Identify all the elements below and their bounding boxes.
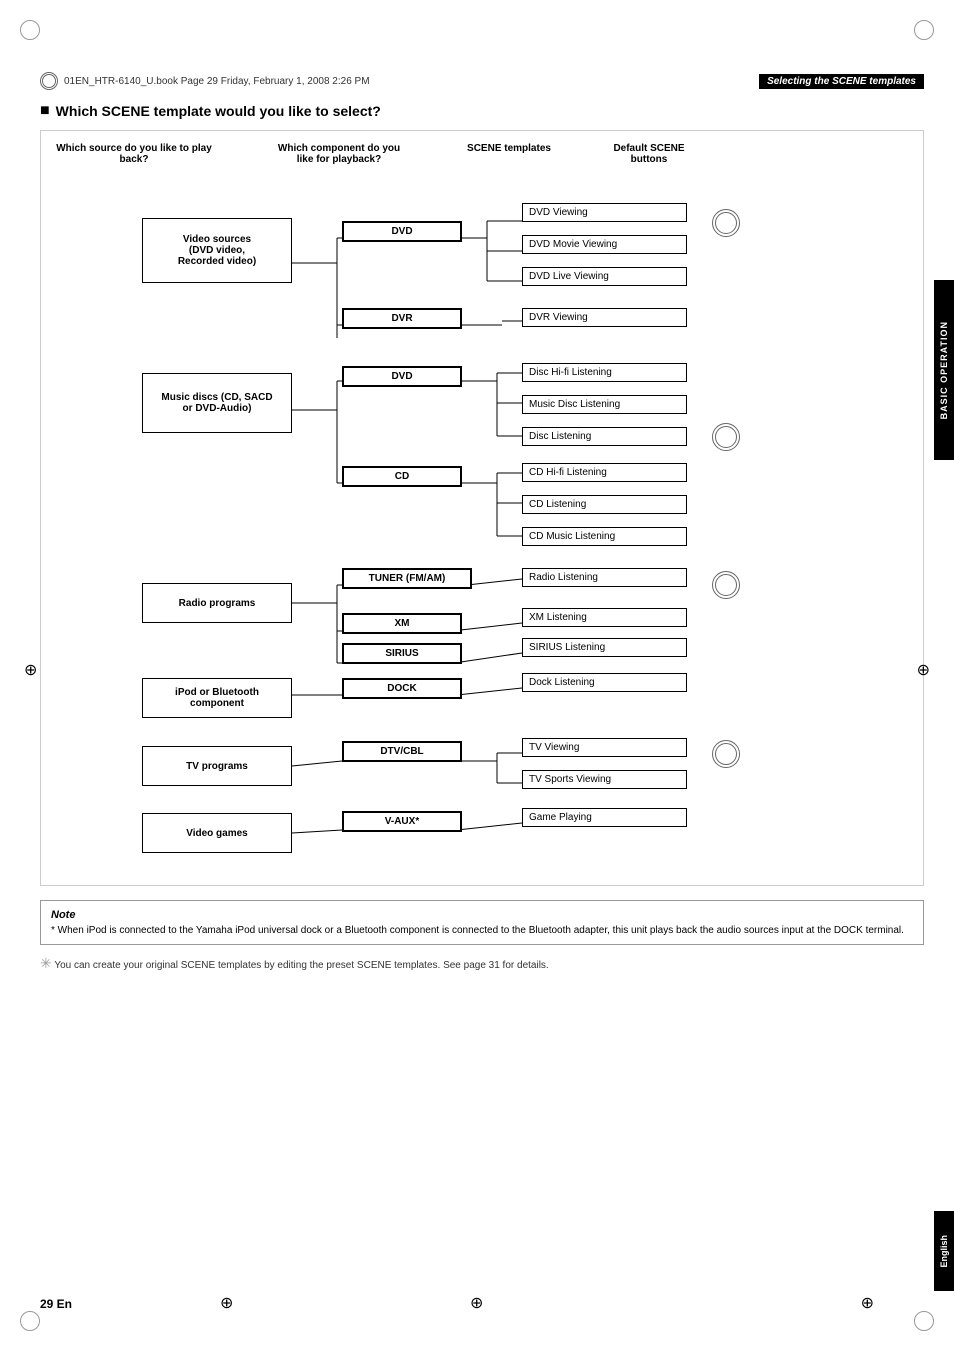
scene-sirius: SIRIUS Listening: [522, 638, 687, 657]
scene-tv-viewing: TV Viewing: [522, 738, 687, 757]
source-box-radio: Radio programs: [142, 583, 292, 623]
bottom-crosshair-3: ⊕: [861, 1293, 874, 1313]
scene-button-2[interactable]: [712, 423, 740, 451]
col-header-scene: SCENE templates: [419, 143, 599, 165]
corner-mark-tr: [914, 20, 934, 40]
corner-mark-br: [914, 1311, 934, 1331]
col-header-source: Which source do you like to play back?: [49, 143, 219, 165]
page-number: 29 En: [40, 1297, 72, 1311]
scene-game-playing: Game Playing: [522, 808, 687, 827]
scene-button-1[interactable]: [712, 209, 740, 237]
comp-vaux: V-AUX*: [342, 811, 462, 832]
tip-icon: ✳: [40, 955, 52, 971]
comp-tuner: TUNER (FM/AM): [342, 568, 472, 589]
scene-music-disc: Music Disc Listening: [522, 395, 687, 414]
section-bullet: ■: [40, 102, 50, 120]
scene-tv-sports: TV Sports Viewing: [522, 770, 687, 789]
filename-label: 01EN_HTR-6140_U.book Page 29 Friday, Feb…: [64, 76, 759, 87]
right-crosshair: ⊕: [917, 660, 930, 680]
flow-area: Video sources(DVD video,Recorded video) …: [142, 173, 822, 873]
comp-cd: CD: [342, 466, 462, 487]
source-box-tv: TV programs: [142, 746, 292, 786]
scene-dvd-live: DVD Live Viewing: [522, 267, 687, 286]
comp-xm: XM: [342, 613, 462, 634]
comp-dvd1: DVD: [342, 221, 462, 242]
scene-cd-music: CD Music Listening: [522, 527, 687, 546]
comp-dvr: DVR: [342, 308, 462, 329]
scene-cd-hifi: CD Hi-fi Listening: [522, 463, 687, 482]
source-box-ipod: iPod or Bluetoothcomponent: [142, 678, 292, 718]
scene-button-4[interactable]: [712, 740, 740, 768]
comp-dvd2: DVD: [342, 366, 462, 387]
sidebar-english: English: [934, 1211, 954, 1291]
col-header-component: Which component do you like for playback…: [269, 143, 409, 165]
tip-section: ✳ You can create your original SCENE tem…: [40, 955, 924, 972]
scene-xm: XM Listening: [522, 608, 687, 627]
col-header-default: Default SCENE buttons: [599, 143, 699, 165]
section-header-title: Selecting the SCENE templates: [759, 74, 924, 89]
scene-button-3[interactable]: [712, 571, 740, 599]
comp-dock: DOCK: [342, 678, 462, 699]
bottom-crosshair-2: ⊕: [470, 1293, 483, 1313]
main-content: 01EN_HTR-6140_U.book Page 29 Friday, Feb…: [40, 70, 924, 972]
section-title: ■ Which SCENE template would you like to…: [40, 102, 924, 120]
corner-mark-bl: [20, 1311, 40, 1331]
note-title: Note: [51, 909, 913, 921]
comp-dtvcbl: DTV/CBL: [342, 741, 462, 762]
scene-dvd-viewing: DVD Viewing: [522, 203, 687, 222]
source-box-music: Music discs (CD, SACDor DVD-Audio): [142, 373, 292, 433]
note-asterisk-text: * When iPod is connected to the Yamaha i…: [51, 925, 913, 936]
source-box-video: Video sources(DVD video,Recorded video): [142, 218, 292, 283]
scene-radio: Radio Listening: [522, 568, 687, 587]
left-crosshair: ⊕: [24, 660, 37, 680]
scene-disc-hifi: Disc Hi-fi Listening: [522, 363, 687, 382]
note-box: Note * When iPod is connected to the Yam…: [40, 900, 924, 945]
comp-sirius: SIRIUS: [342, 643, 462, 664]
bottom-crosshair-1: ⊕: [220, 1293, 233, 1313]
source-box-games: Video games: [142, 813, 292, 853]
corner-mark-tl: [20, 20, 40, 40]
header-bar: 01EN_HTR-6140_U.book Page 29 Friday, Feb…: [40, 70, 924, 92]
column-headers: Which source do you like to play back? W…: [49, 143, 915, 165]
tip-text: You can create your original SCENE templ…: [54, 960, 548, 971]
scene-dock: Dock Listening: [522, 673, 687, 692]
header-crosshair: [40, 72, 58, 90]
scene-dvr-viewing: DVR Viewing: [522, 308, 687, 327]
section-title-text: Which SCENE template would you like to s…: [56, 103, 381, 119]
diagram-container: Which source do you like to play back? W…: [40, 130, 924, 886]
scene-disc-listening: Disc Listening: [522, 427, 687, 446]
scene-cd-listening: CD Listening: [522, 495, 687, 514]
sidebar-basic-operation: BASIC OPERATION: [934, 280, 954, 460]
scene-dvd-movie: DVD Movie Viewing: [522, 235, 687, 254]
